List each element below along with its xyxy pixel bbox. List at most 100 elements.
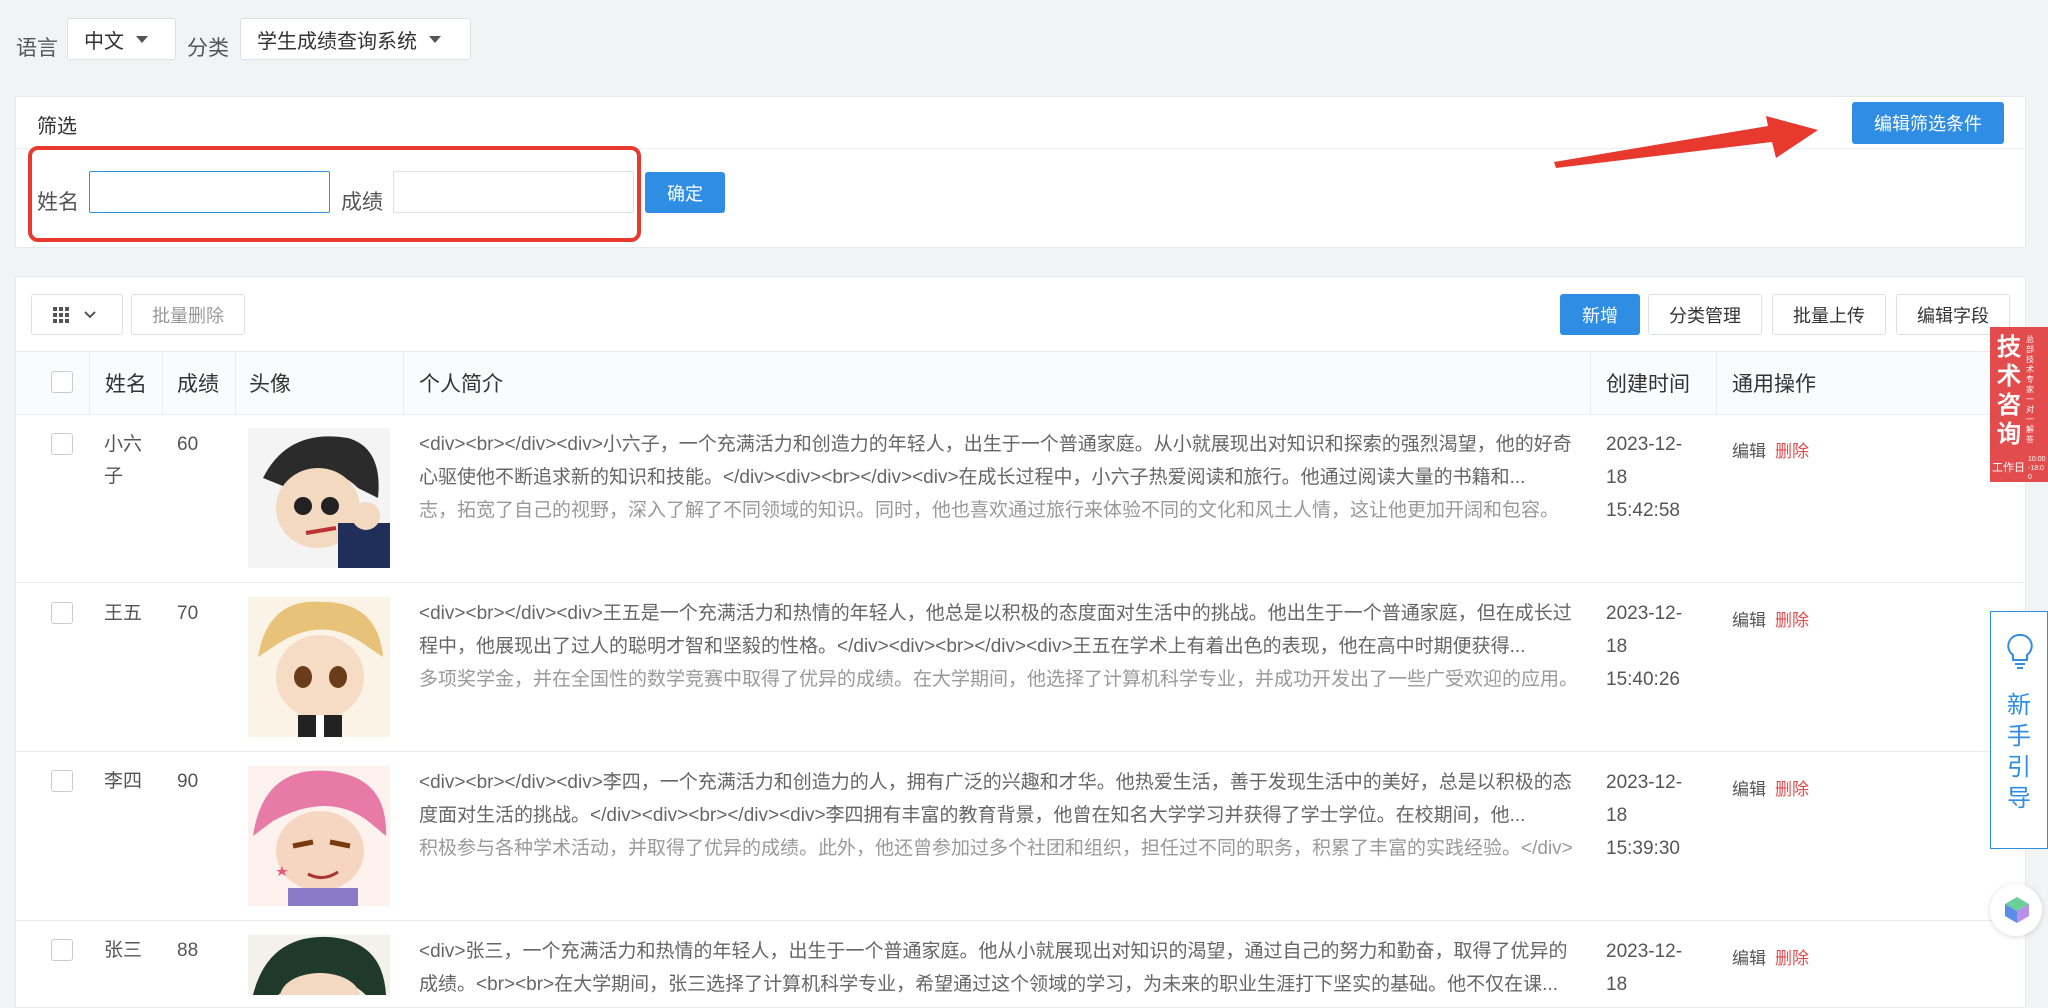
table-header [16,351,2024,415]
filter-title: 筛选 [37,116,77,138]
add-button[interactable]: 新增 [1560,294,1640,335]
lightbulb-icon [2007,633,2033,669]
header-name: 姓名 [105,373,147,396]
delete-link[interactable]: 删除 [1775,606,1809,631]
row-score: 60 [177,434,199,455]
time-line: 15:39:30 [1606,838,1680,859]
grid-icon [53,306,69,323]
avatar-image [248,597,390,737]
row-bio: <div><br></div><div>李四，一个充满活力和创造力的人，拥有广泛… [419,766,1577,878]
column-separator [1590,352,1591,414]
row-avatar [248,935,390,995]
tech-badge-footer: 工作日 [1992,462,2025,474]
row-name: 王五 [104,603,143,624]
batch-delete-button[interactable]: 批量删除 [131,294,245,335]
caret-down-icon [136,35,148,43]
batch-upload-button[interactable]: 批量上传 [1772,294,1886,335]
language-select[interactable]: 中文 [67,18,176,60]
row-bio: <div>张三，一个充满活力和热情的年轻人，出生于一个普通家庭。他从小就展现出对… [419,935,1577,995]
row-bio-text: <div><br></div><div>小六子，一个充满活力和创造力的年轻人，出… [419,434,1572,488]
edit-link[interactable]: 编辑 [1732,437,1766,462]
avatar-image [248,935,390,995]
annotation-arrow-icon [1554,116,1818,168]
tech-badge-subtitle: 总部技术专家一对一解答 [2026,335,2034,444]
row-checkbox[interactable] [51,602,73,624]
time-line: 15:42:58 [1606,500,1680,521]
column-separator [162,352,163,414]
row-bio: <div><br></div><div>小六子，一个充满活力和创造力的年轻人，出… [419,428,1577,540]
row-bio-overflow: 志，拓宽了自己的视野，深入了解了不同领域的知识。同时，他也喜欢通过旅行来体验不同… [419,500,1560,521]
row-created-time: 2023-12- 18 15:40:26 [1606,597,1716,696]
row-bio-text: <div><br></div><div>李四，一个充满活力和创造力的人，拥有广泛… [419,772,1572,826]
edit-link[interactable]: 编辑 [1732,775,1766,800]
row-divider [16,751,2024,752]
row-name: 李四 [104,771,143,792]
header-bio: 个人简介 [419,373,503,396]
date-line: 18 [1606,467,1628,488]
language-select-value: 中文 [84,30,124,53]
row-created-time: 2023-12- 18 15:42:58 [1606,428,1716,527]
avatar-image [248,766,390,906]
date-line: 2023-12- [1606,603,1683,624]
delete-link[interactable]: 删除 [1775,944,1809,969]
delete-link[interactable]: 删除 [1775,775,1809,800]
assistant-launcher[interactable] [1990,884,2042,936]
column-separator [1716,352,1717,414]
row-created-time: 2023-12- 18 15:39:30 [1606,766,1716,865]
column-separator [403,352,404,414]
tech-badge-hours: 10:00-18:00 [2028,456,2046,481]
date-line: 2023-12- [1606,434,1683,455]
tech-consult-badge[interactable]: 技术咨询 总部技术专家一对一解答 工作日 10:00-18:00 [1990,327,2048,482]
category-label: 分类 [187,37,229,60]
row-bio-overflow: 多项奖学金，并在全国性的数学竞赛中取得了优异的成绩。在大学期间，他选择了计算机科… [419,669,1577,690]
column-toggle-button[interactable] [31,294,123,335]
guide-label: 新手引导 [2007,692,2031,812]
date-line: 18 [1606,636,1628,657]
cube-logo-icon [2005,897,2029,923]
row-divider [16,920,2024,921]
time-line: 15:40:26 [1606,669,1680,690]
row-name: 小六子 [104,434,143,487]
avatar-image [248,428,390,568]
date-line: 2023-12- [1606,941,1683,962]
column-separator [235,352,236,414]
row-avatar [248,766,390,906]
new-user-guide[interactable]: 新手引导 [1990,611,2048,849]
header-score: 成绩 [177,373,219,396]
header-actions: 通用操作 [1732,373,1816,396]
confirm-button[interactable]: 确定 [645,172,725,213]
select-all-checkbox[interactable] [51,371,73,393]
date-line: 2023-12- [1606,772,1683,793]
header-created-time: 创建时间 [1606,373,1690,396]
row-checkbox[interactable] [51,433,73,455]
language-label: 语言 [16,37,58,60]
row-divider [16,582,2024,583]
row-bio-text: <div>张三，一个充满活力和热情的年轻人，出生于一个普通家庭。他从小就展现出对… [419,941,1568,995]
chevron-down-icon [84,310,96,318]
row-bio: <div><br></div><div>王五是一个充满活力和热情的年轻人，他总是… [419,597,1577,709]
category-select-value: 学生成绩查询系统 [257,30,417,53]
edit-link[interactable]: 编辑 [1732,606,1766,631]
row-name: 张三 [104,940,143,961]
edit-link[interactable]: 编辑 [1732,944,1766,969]
row-score: 90 [177,771,199,792]
row-created-time: 2023-12- 18 [1606,935,1716,995]
category-manage-button[interactable]: 分类管理 [1648,294,1762,335]
header-top-line [16,351,2024,352]
date-line: 18 [1606,805,1628,826]
row-checkbox[interactable] [51,939,73,961]
row-avatar [248,428,390,568]
category-select[interactable]: 学生成绩查询系统 [240,18,471,60]
row-avatar [248,597,390,737]
row-bio-overflow: 积极参与各种学术活动，并取得了优异的成绩。此外，他还曾参加过多个社团和组织，担任… [419,838,1573,859]
tech-badge-title: 技术咨询 [1997,334,2021,448]
row-score: 70 [177,603,199,624]
row-bio-text: <div><br></div><div>王五是一个充满活力和热情的年轻人，他总是… [419,603,1572,657]
date-line: 18 [1606,974,1628,995]
header-avatar: 头像 [249,373,291,396]
caret-down-icon [429,35,441,43]
delete-link[interactable]: 删除 [1775,437,1809,462]
header-bottom-line [16,414,2024,415]
row-checkbox[interactable] [51,770,73,792]
edit-filter-button[interactable]: 编辑筛选条件 [1852,102,2004,144]
